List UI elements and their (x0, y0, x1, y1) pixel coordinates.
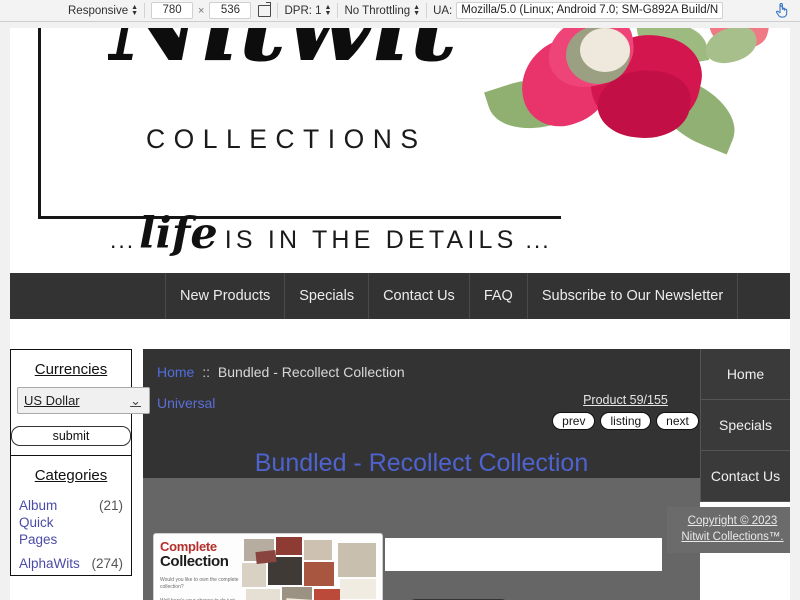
breadcrumb-universal-link[interactable]: Universal (157, 395, 215, 411)
chevron-updown-icon: ▲ ▼ (131, 3, 139, 17)
breadcrumb-secondary: Universal (157, 395, 215, 411)
category-count: (274) (91, 556, 123, 571)
emulated-viewport: Nitwit COLLECTIONS ... life IS IN THE DE… (0, 22, 800, 600)
category-label: Album Quick Pages (19, 498, 58, 547)
tagline-life-word: life (139, 209, 218, 259)
viewport-width-input[interactable]: 780 (151, 2, 194, 19)
nav-item-faq[interactable]: FAQ (468, 273, 527, 319)
breadcrumb-current: Bundled - Recollect Collection (217, 364, 405, 380)
copyright-line2[interactable]: Nitwit Collections™. (681, 531, 783, 543)
product-count-label: Product 59/155 (583, 393, 668, 407)
product-pagination-buttons: prev listing next (552, 412, 699, 430)
toolbar-divider (144, 3, 146, 18)
copyright-line1[interactable]: Copyright © 2023 (688, 515, 778, 527)
product-card-text: Complete Collection Would you like to ow… (160, 539, 240, 600)
rotate-icon[interactable] (258, 1, 272, 17)
user-agent-input[interactable]: Mozilla/5.0 (Linux; Android 7.0; SM-G892… (456, 2, 724, 19)
device-preset-select[interactable]: Responsive ▲ ▼ (68, 3, 139, 17)
product-card-line1: Complete (160, 539, 217, 554)
product-pagination: Product 59/155 prev listing next (552, 393, 699, 430)
dimension-separator: × (198, 4, 205, 17)
currency-row: US Dollar ⌄ (11, 387, 150, 419)
product-card-line2: Collection (160, 553, 229, 570)
throttling-label: No Throttling (344, 4, 411, 17)
toolbar-divider (426, 3, 428, 18)
currency-submit-button[interactable]: submit (11, 426, 131, 446)
toolbar-divider (337, 3, 339, 18)
brand-tagline: ... life IS IN THE DETAILS ... (110, 209, 555, 259)
screen-root: Responsive ▲ ▼ 780 × 536 DPR: 1 ▲ ▼ No Thr… (0, 0, 800, 600)
breadcrumb-home-link[interactable]: Home (157, 364, 194, 380)
listing-button[interactable]: listing (600, 412, 652, 430)
dpr-label: DPR: 1 (284, 4, 322, 17)
devtools-responsive-toolbar: Responsive ▲ ▼ 780 × 536 DPR: 1 ▲ ▼ No Thr… (0, 0, 800, 22)
chevron-updown-icon: ▲ ▼ (413, 3, 421, 17)
device-preset-label: Responsive (68, 4, 129, 17)
page-body: Home :: Bundled - Recollect Collection U… (10, 349, 790, 600)
right-nav-item-contact-us[interactable]: Contact Us (700, 451, 790, 502)
nav-item-subscribe-newsletter[interactable]: Subscribe to Our Newsletter (526, 273, 739, 319)
right-nav-item-specials[interactable]: Specials (700, 400, 790, 451)
throttling-select[interactable]: No Throttling ▲ ▼ (344, 3, 421, 17)
categories-title: Categories (34, 467, 108, 484)
nav-item-new-products[interactable]: New Products (165, 273, 284, 319)
product-info-panel (385, 538, 662, 571)
left-sidebar: Currencies US Dollar ⌄ submit Categories… (10, 349, 150, 576)
chevron-updown-icon: ▲ ▼ (324, 3, 332, 17)
nav-item-contact-us[interactable]: Contact Us (368, 273, 469, 319)
breadcrumb-separator: :: (202, 364, 211, 380)
viewport-height-input[interactable]: 536 (209, 2, 252, 19)
currencies-box: Currencies US Dollar ⌄ submit (10, 349, 150, 456)
product-card-blurb1: Would you like to own the complete colle… (160, 577, 239, 590)
user-agent-label: UA: (433, 4, 453, 17)
nav-item-specials[interactable]: Specials (284, 273, 368, 319)
category-count: (21) (98, 498, 123, 513)
breadcrumb: Home :: Bundled - Recollect Collection (157, 364, 405, 380)
categories-box: Categories Album Quick Pages (21) AlphaW… (10, 456, 132, 576)
right-nav-item-home[interactable]: Home (700, 349, 790, 400)
prev-button[interactable]: prev (552, 412, 596, 430)
currency-selected-value: US Dollar (24, 393, 80, 408)
footer-copyright: Copyright © 2023 Nitwit Collections™. (667, 507, 790, 553)
next-button[interactable]: next (656, 412, 699, 430)
currencies-title: Currencies (34, 361, 108, 378)
product-collage-image (242, 537, 378, 600)
main-navigation: New Products Specials Contact Us FAQ Sub… (10, 273, 790, 319)
category-item-alphawits[interactable]: AlphaWits (274) (11, 551, 131, 575)
tagline-dots-left: ... (110, 227, 136, 253)
chevron-down-icon: ⌄ (130, 393, 141, 408)
tagline-dots-right: ... (525, 227, 551, 253)
tagline-rest: IS IN THE DETAILS (224, 226, 518, 254)
site-banner: Nitwit COLLECTIONS ... life IS IN THE DE… (10, 28, 790, 273)
nav-left-spacer (10, 273, 165, 319)
product-title: Bundled - Recollect Collection (254, 449, 589, 477)
brand-script-wordmark: Nitwit (108, 28, 528, 82)
category-item-album-quick-pages[interactable]: Album Quick Pages (21) (11, 493, 131, 551)
toolbar-divider (277, 3, 279, 18)
product-thumbnail[interactable]: Complete Collection Would you like to ow… (153, 533, 383, 600)
red-flower-graphic (480, 28, 780, 190)
right-side-navigation: Home Specials Contact Us (700, 349, 790, 502)
currency-select[interactable]: US Dollar ⌄ (17, 387, 150, 414)
touch-cursor-icon[interactable] (771, 2, 793, 19)
category-label: AlphaWits (19, 556, 80, 571)
brand-subtitle: COLLECTIONS (146, 124, 427, 154)
site-page: Nitwit COLLECTIONS ... life IS IN THE DE… (10, 28, 790, 600)
nav-content-gap (10, 319, 790, 349)
dpr-select[interactable]: DPR: 1 ▲ ▼ (284, 3, 332, 17)
